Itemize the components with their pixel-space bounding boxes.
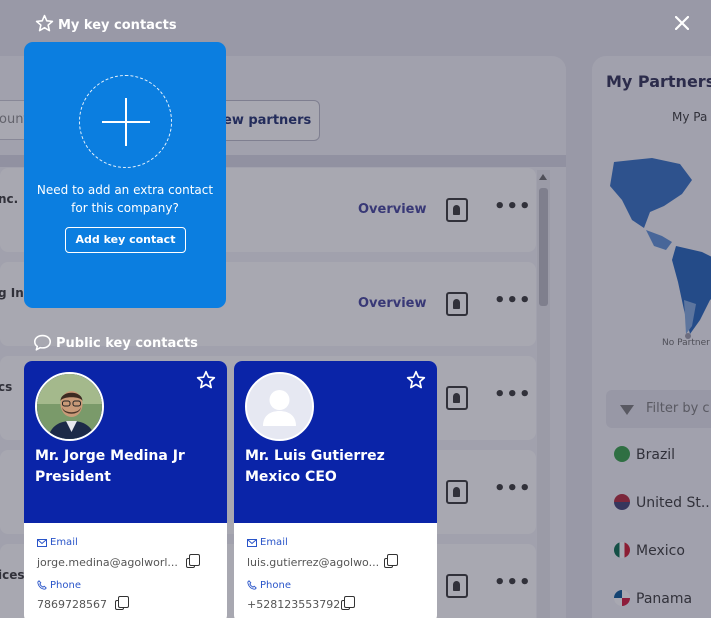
copy-email-icon[interactable] (186, 554, 200, 568)
contact-role: Mexico CEO (245, 469, 337, 485)
contact-name: Mr. Jorge Medina Jr (35, 448, 185, 464)
add-contact-plus-icon[interactable] (79, 75, 172, 168)
copy-phone-icon[interactable] (341, 596, 355, 610)
contact-name-block: Mr. Luis Gutierrez Mexico CEO (245, 446, 430, 488)
user-silhouette-icon (247, 374, 312, 439)
contact-email[interactable]: jorge.medina@agolworl... (37, 556, 178, 569)
contact-phone[interactable]: 7869728567 (37, 598, 107, 611)
contact-phone[interactable]: +528123553792 (247, 598, 340, 611)
add-key-contact-button[interactable]: Add key contact (65, 227, 186, 253)
contact-name: Mr. Luis Gutierrez (245, 448, 385, 464)
envelope-icon (247, 539, 257, 550)
contact-card-header: Mr. Jorge Medina Jr President (24, 361, 227, 523)
star-icon (35, 14, 54, 37)
contact-email[interactable]: luis.gutierrez@agolwo... (247, 556, 379, 569)
copy-phone-icon[interactable] (115, 596, 129, 610)
speech-bubble-icon (33, 334, 52, 355)
add-key-contact-card: Need to add an extra contact for this co… (24, 42, 226, 308)
phone-icon (247, 580, 257, 593)
phone-label: Phone (37, 580, 81, 593)
contact-card: Mr. Jorge Medina Jr President Email jorg… (24, 361, 227, 618)
public-key-contacts-heading: Public key contacts (33, 334, 198, 355)
close-icon[interactable] (671, 12, 693, 34)
my-key-contacts-heading: My key contacts (35, 14, 177, 37)
email-label: Email (37, 537, 78, 550)
copy-email-icon[interactable] (384, 554, 398, 568)
phone-label: Phone (247, 580, 291, 593)
add-contact-prompt: Need to add an extra contact for this co… (36, 183, 214, 215)
contact-name-block: Mr. Jorge Medina Jr President (35, 446, 220, 488)
favorite-star-icon[interactable] (406, 370, 426, 394)
envelope-icon (37, 539, 47, 550)
email-label: Email (247, 537, 288, 550)
contact-card: Mr. Luis Gutierrez Mexico CEO Email luis… (234, 361, 437, 618)
avatar (35, 372, 104, 441)
avatar-placeholder (245, 372, 314, 441)
contact-role: President (35, 469, 111, 485)
contact-card-header: Mr. Luis Gutierrez Mexico CEO (234, 361, 437, 523)
favorite-star-icon[interactable] (196, 370, 216, 394)
phone-icon (37, 580, 47, 593)
